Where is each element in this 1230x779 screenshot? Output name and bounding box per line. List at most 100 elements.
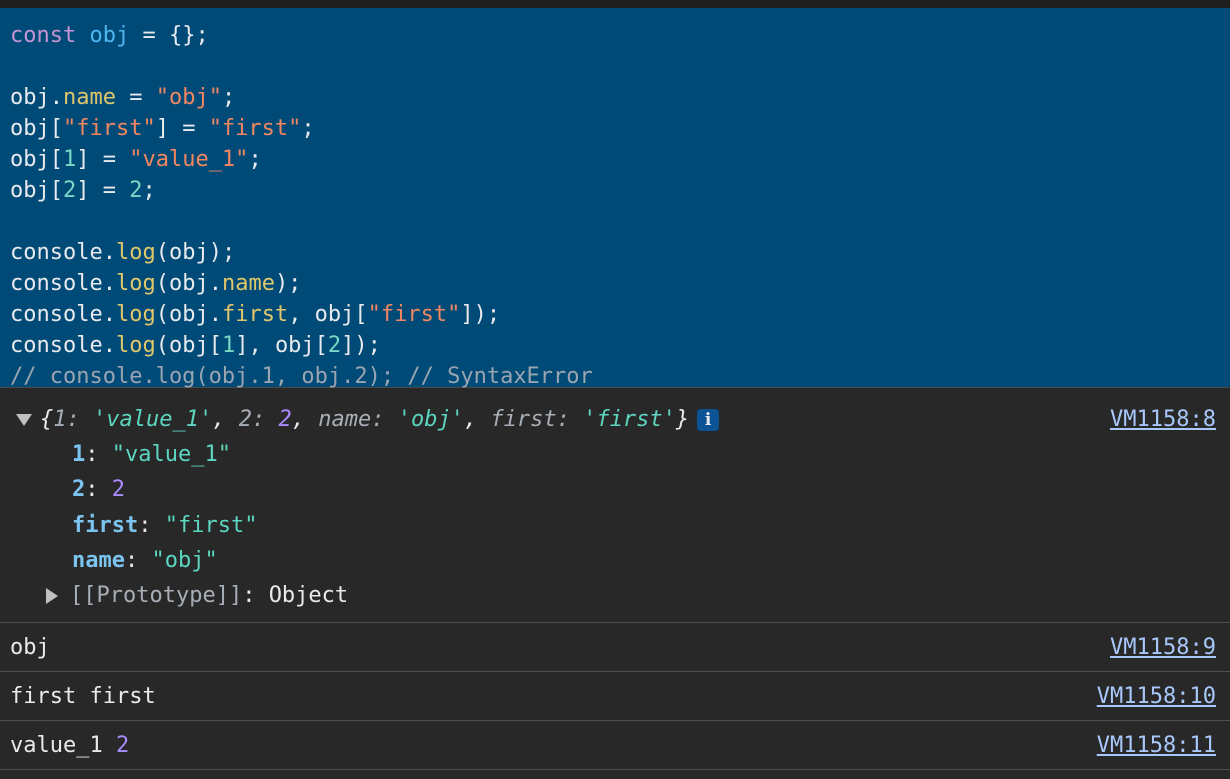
object-property: 1: "value_1" — [72, 442, 231, 467]
property-value: 2 — [111, 477, 125, 502]
code-token: ; — [221, 85, 236, 110]
code-token: ; — [301, 116, 315, 141]
code-token: obj. — [10, 85, 63, 110]
object-summary[interactable]: {1: 'value_1', 2: 2, name: 'obj', first:… — [16, 407, 720, 432]
code-line: obj["first"] = "first"; — [10, 113, 1230, 144]
log-number: 2 — [115, 733, 130, 758]
code-token: (obj); — [155, 240, 236, 265]
summary-value: 'first' — [583, 407, 676, 432]
log-text: first first — [10, 684, 156, 709]
code-token: ; — [248, 147, 262, 172]
code-token: log — [115, 271, 156, 296]
code-input-block[interactable]: const obj = {}; obj.name = "obj"; obj["f… — [0, 8, 1230, 389]
code-token: ] = — [76, 178, 130, 203]
code-token: = {}; — [129, 23, 209, 48]
code-token: 2 — [62, 178, 77, 203]
code-token: "value_1" — [129, 147, 249, 172]
property-key: 1 — [72, 442, 86, 467]
console-entry: first first VM1158:10 — [0, 672, 1230, 721]
code-line: console.log(obj); — [10, 237, 1230, 268]
code-token: first — [221, 302, 289, 327]
code-token: console. — [10, 302, 116, 327]
code-token: "first" — [208, 116, 302, 141]
top-bar — [0, 0, 1230, 8]
prototype-row[interactable]: [[Prototype]]: Object — [46, 583, 348, 608]
object-property: name: "obj" — [72, 548, 218, 573]
console-entry: obj VM1158:9 — [0, 623, 1230, 672]
code-line: console.log(obj.name); — [10, 268, 1230, 299]
code-token: ] = — [76, 147, 130, 172]
object-property: 2: 2 — [72, 477, 125, 502]
code-token: name — [62, 85, 116, 110]
log-text: value_1 — [10, 733, 103, 758]
console-entry: value_1 2 VM1158:11 — [0, 721, 1230, 770]
code-line: obj[2] = 2; — [10, 175, 1230, 206]
code-token: 1 — [221, 333, 236, 358]
property-key: first — [72, 513, 139, 538]
code-token: ]); — [341, 333, 381, 358]
property-key: 2 — [72, 477, 86, 502]
property-key: name — [72, 548, 125, 573]
code-token: (obj. — [155, 271, 222, 296]
code-comment: // console.log(obj.1, obj.2); // SyntaxE… — [10, 364, 593, 389]
code-token: 1 — [62, 147, 77, 172]
code-token: log — [115, 302, 156, 327]
code-token: ); — [274, 271, 302, 296]
summary-brace: { — [40, 407, 54, 432]
code-token: 2 — [129, 178, 143, 203]
code-token: console. — [10, 240, 116, 265]
summary-value: 'value_1' — [93, 407, 213, 432]
console-entry-object: {1: 'value_1', 2: 2, name: 'obj', first:… — [0, 388, 1230, 623]
prototype-value: Object — [268, 583, 349, 608]
property-value: "value_1" — [111, 442, 231, 467]
summary-value: 2 — [278, 407, 292, 432]
source-link[interactable]: VM1158:8 — [1110, 407, 1216, 432]
code-line: obj[1] = "value_1"; — [10, 144, 1230, 175]
code-token: log — [115, 333, 156, 358]
code-token: ; — [142, 178, 156, 203]
code-token: = — [115, 85, 156, 110]
code-token: 2 — [327, 333, 342, 358]
property-value: "obj" — [151, 548, 218, 573]
prototype-key: [[Prototype]] — [70, 583, 243, 608]
summary-key: 2 — [238, 407, 252, 432]
expand-triangle-icon[interactable] — [16, 414, 32, 426]
code-token: log — [115, 240, 156, 265]
summary-value: 'obj' — [397, 407, 464, 432]
code-line: const obj = {}; — [10, 20, 1230, 51]
code-token: "first" — [62, 116, 156, 141]
summary-key: name — [318, 407, 372, 432]
summary-key: first — [490, 407, 557, 432]
object-property: first: "first" — [72, 513, 258, 538]
summary-key: 1 — [53, 407, 67, 432]
code-token: name — [221, 271, 275, 296]
code-token: console. — [10, 271, 116, 296]
code-line: console.log(obj.first, obj["first"]); — [10, 299, 1230, 330]
code-token: obj[ — [10, 147, 63, 172]
property-value: "first" — [164, 513, 258, 538]
source-link[interactable]: VM1158:9 — [1110, 635, 1216, 660]
log-text-group: value_1 2 — [10, 733, 129, 758]
code-token: "obj" — [155, 85, 222, 110]
source-link[interactable]: VM1158:11 — [1097, 733, 1216, 758]
code-token: (obj. — [155, 302, 222, 327]
log-text: obj — [10, 635, 50, 660]
code-token: const — [10, 23, 77, 48]
code-token: ] = — [155, 116, 209, 141]
code-token: obj — [89, 23, 130, 48]
expand-triangle-icon[interactable] — [46, 588, 58, 604]
source-link[interactable]: VM1158:10 — [1097, 684, 1216, 709]
code-token: console. — [10, 333, 116, 358]
code-token: "first" — [367, 302, 461, 327]
summary-brace: } — [675, 407, 690, 432]
code-token: obj[ — [10, 178, 63, 203]
code-token: obj[ — [10, 116, 63, 141]
code-token: (obj[ — [155, 333, 222, 358]
info-icon[interactable]: i — [697, 409, 720, 431]
code-token: , obj[ — [288, 302, 368, 327]
code-token: ]); — [460, 302, 501, 327]
code-line: obj.name = "obj"; — [10, 82, 1230, 113]
code-token: ], obj[ — [235, 333, 328, 358]
